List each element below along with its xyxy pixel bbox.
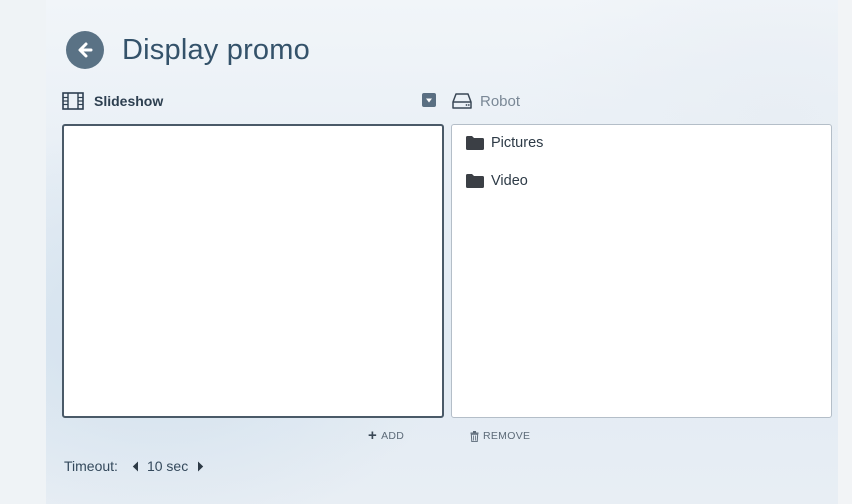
slideshow-header: Slideshow — [62, 92, 440, 110]
hard-drive-icon — [452, 93, 472, 109]
folder-name: Video — [491, 173, 528, 189]
caret-left-icon — [132, 461, 138, 471]
page-title: Display promo — [122, 33, 310, 66]
timeout-value: 10 sec — [146, 458, 189, 474]
folder-item-video[interactable]: Video — [466, 173, 528, 189]
film-strip-icon — [62, 92, 84, 110]
timeout-control: Timeout: 10 sec — [64, 458, 204, 474]
timeout-label: Timeout: — [64, 458, 118, 474]
remove-label: REMOVE — [483, 430, 531, 442]
remove-button[interactable]: REMOVE — [470, 430, 530, 442]
folder-icon — [466, 174, 484, 188]
robot-header: Robot — [452, 92, 520, 110]
slideshow-list[interactable] — [62, 124, 444, 418]
right-margin — [838, 0, 852, 504]
timeout-decrease-button[interactable] — [132, 461, 139, 472]
back-button[interactable] — [66, 31, 104, 69]
robot-folder-list[interactable]: Pictures Video — [451, 124, 832, 418]
collapse-square-icon — [426, 98, 432, 103]
folder-item-pictures[interactable]: Pictures — [466, 135, 543, 151]
robot-label: Robot — [480, 92, 521, 110]
plus-icon: + — [368, 427, 378, 444]
display-promo-screen: Display promo Slideshow Robot Pictures V… — [0, 0, 852, 504]
caret-right-icon — [198, 461, 204, 471]
add-label: ADD — [381, 430, 405, 442]
trash-icon — [470, 430, 479, 442]
folder-name: Pictures — [491, 135, 544, 151]
timeout-increase-button[interactable] — [197, 461, 204, 472]
left-margin — [0, 0, 46, 504]
add-button[interactable]: + ADD — [368, 427, 405, 444]
arrow-left-circle-icon — [78, 42, 93, 58]
header: Display promo — [66, 28, 310, 72]
slideshow-label: Slideshow — [94, 93, 164, 109]
folder-icon — [466, 136, 484, 150]
collapse-button[interactable] — [422, 93, 436, 107]
